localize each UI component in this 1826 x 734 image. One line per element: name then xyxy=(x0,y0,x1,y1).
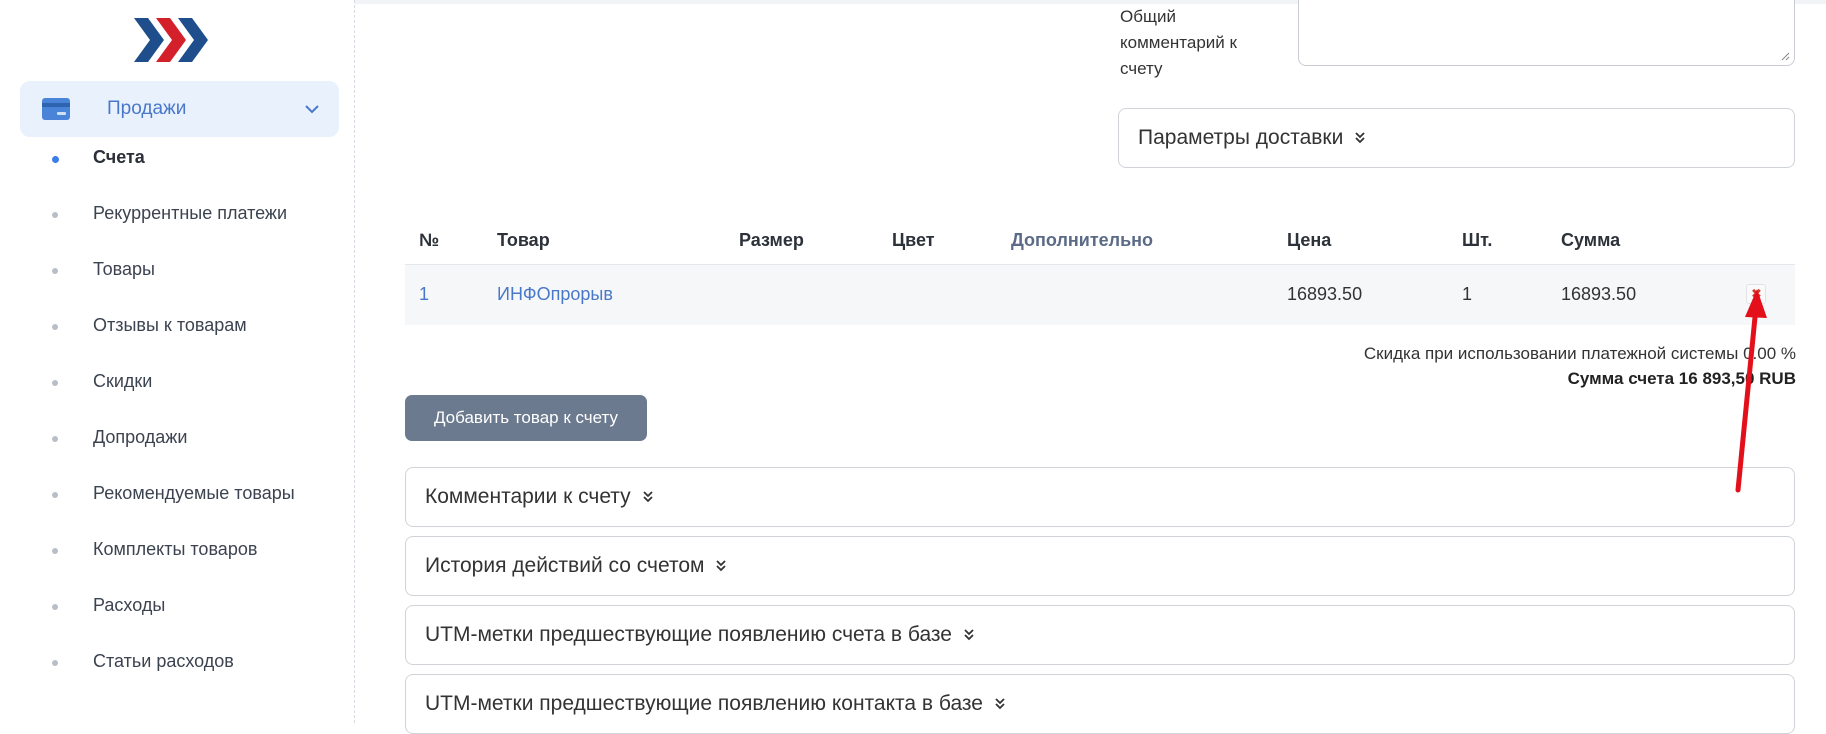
sidebar: Продажи Счета Рекуррентные платежи Товар… xyxy=(0,0,354,723)
sidebar-item-label: Рекуррентные платежи xyxy=(93,203,288,223)
sidebar-item-label: Статьи расходов xyxy=(93,651,234,671)
comments-label: Комментарии к счету xyxy=(425,485,631,508)
bullet-icon xyxy=(52,324,58,330)
sidebar-item-expense-categories[interactable]: Статьи расходов xyxy=(0,642,354,682)
nav-section-label: Продажи xyxy=(107,98,187,119)
sidebar-item-invoices[interactable]: Счета xyxy=(0,138,354,178)
bullet-icon xyxy=(52,380,58,386)
comments-toggle[interactable]: Комментарии к счету xyxy=(405,467,1795,527)
sidebar-item-label: Допродажи xyxy=(93,427,188,447)
table-row: 1 ИНФОпрорыв 16893.50 1 16893.50 xyxy=(405,265,1795,325)
sidebar-item-label: Скидки xyxy=(93,371,153,391)
bullet-icon xyxy=(52,212,58,218)
utm-invoice-toggle[interactable]: UTM-метки предшествующие появлению счета… xyxy=(405,605,1795,665)
history-toggle[interactable]: История действий со счетом xyxy=(405,536,1795,596)
col-header-qty: Шт. xyxy=(1462,230,1493,250)
chevron-down-icon xyxy=(305,105,319,114)
row-price: 16893.50 xyxy=(1287,284,1363,304)
logo-chevrons-icon xyxy=(134,18,208,62)
sidebar-item-expenses[interactable]: Расходы xyxy=(0,586,354,626)
sidebar-item-label: Комплекты товаров xyxy=(93,539,258,559)
bullet-icon xyxy=(52,268,58,274)
col-header-price: Цена xyxy=(1287,230,1332,250)
sidebar-item-recurring-payments[interactable]: Рекуррентные платежи xyxy=(0,194,354,234)
row-sum: 16893.50 xyxy=(1561,284,1637,304)
payment-discount-text: Скидка при использовании платежной систе… xyxy=(1363,344,1796,363)
bullet-icon xyxy=(52,492,58,498)
credit-card-icon xyxy=(42,98,70,120)
col-header-size: Размер xyxy=(739,230,804,250)
col-header-product: Товар xyxy=(497,230,550,250)
sidebar-item-label: Рекомендуемые товары xyxy=(93,483,295,503)
sidebar-item-upsells[interactable]: Допродажи xyxy=(0,418,354,458)
table-header-row: № Товар Размер Цвет Дополнительно Цена Ш… xyxy=(405,210,1795,265)
add-product-button[interactable]: Добавить товар к счету xyxy=(405,395,647,441)
bullet-icon xyxy=(52,604,58,610)
comment-label: Общий комментарий к счету xyxy=(1120,7,1237,78)
utm-contact-label: UTM-метки предшествующие появлению конта… xyxy=(425,692,983,715)
double-chevron-down-icon xyxy=(995,698,1005,710)
bullet-icon xyxy=(52,548,58,554)
sidebar-item-label: Счета xyxy=(93,147,145,167)
bullet-icon xyxy=(52,156,59,163)
sidebar-item-label: Отзывы к товарам xyxy=(93,315,247,335)
utm-invoice-label: UTM-метки предшествующие появлению счета… xyxy=(425,623,952,646)
col-header-num: № xyxy=(419,230,440,250)
sidebar-item-label: Расходы xyxy=(93,595,166,615)
row-product-link[interactable]: ИНФОпрорыв xyxy=(497,284,613,305)
double-chevron-down-icon xyxy=(643,491,653,503)
delivery-params-toggle[interactable]: Параметры доставки xyxy=(1118,108,1795,168)
bullet-icon xyxy=(52,660,58,666)
sidebar-item-recommended-products[interactable]: Рекомендуемые товары xyxy=(0,474,354,514)
bullet-icon xyxy=(52,436,58,442)
sidebar-item-discounts[interactable]: Скидки xyxy=(0,362,354,402)
sidebar-item-product-reviews[interactable]: Отзывы к товарам xyxy=(0,306,354,346)
col-header-extra: Дополнительно xyxy=(1011,230,1154,250)
row-num-link[interactable]: 1 xyxy=(419,284,429,305)
sidebar-item-label: Товары xyxy=(93,259,155,279)
comment-textarea[interactable] xyxy=(1298,0,1795,66)
sidebar-item-products[interactable]: Товары xyxy=(0,250,354,290)
utm-contact-toggle[interactable]: UTM-метки предшествующие появлению конта… xyxy=(405,674,1795,734)
nav-section-sales[interactable]: Продажи xyxy=(20,81,339,137)
double-chevron-down-icon xyxy=(716,560,727,572)
invoice-total-text: Сумма счета 16 893,50 RUB xyxy=(1567,369,1796,388)
history-label: История действий со счетом xyxy=(425,554,705,577)
close-icon: ✖ xyxy=(1751,286,1762,301)
delivery-params-label: Параметры доставки xyxy=(1138,126,1344,149)
delete-row-button[interactable]: ✖ xyxy=(1746,284,1766,304)
row-qty: 1 xyxy=(1462,284,1473,304)
double-chevron-down-icon xyxy=(1355,132,1365,144)
col-header-sum: Сумма xyxy=(1561,230,1621,250)
resize-handle-icon[interactable] xyxy=(1781,52,1790,61)
double-chevron-down-icon xyxy=(964,629,974,641)
col-header-color: Цвет xyxy=(892,230,935,250)
sidebar-item-product-bundles[interactable]: Комплекты товаров xyxy=(0,530,354,570)
sidebar-divider xyxy=(354,0,355,723)
